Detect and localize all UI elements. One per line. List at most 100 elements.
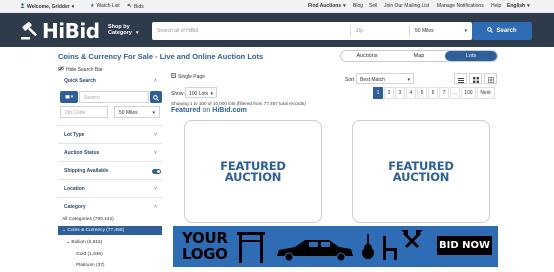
tab-lots[interactable]: Lots [445, 51, 497, 61]
page-5-button[interactable]: 5 [417, 87, 427, 99]
quick-search-button[interactable] [150, 91, 162, 103]
featured-on-heading: Featured on HiBid.com [171, 107, 247, 114]
gavel-icon [127, 3, 132, 10]
page-ellipsis: ... [450, 87, 461, 99]
welcome-text: Welcome, Gridder [27, 3, 70, 10]
find-auctions-menu[interactable]: Find Auctions ▾ [308, 3, 346, 9]
sort-select[interactable]: Best Match ▾ [356, 73, 414, 84]
category-item-platinum[interactable]: Platinum (37) [76, 263, 105, 268]
view-mode-buttons [454, 73, 497, 84]
page-4-button[interactable]: 4 [406, 87, 416, 99]
advertisement-banner[interactable]: YOUR LOGO BID NOW [173, 226, 498, 267]
search-icon [153, 88, 159, 106]
category-item-coins-currency[interactable]: ⌄ Coins & Currency (77,458) [58, 226, 162, 235]
page-1-button[interactable]: 1 [373, 87, 383, 99]
chevron-up-icon[interactable]: ˄ [154, 78, 157, 84]
chevron-down-icon[interactable]: ˅ [154, 150, 157, 156]
watch-list-link[interactable]: ★ Watch List [90, 3, 120, 9]
calendar-icon [65, 94, 70, 101]
quick-search-row: ▾ Search [60, 91, 162, 103]
divider [58, 179, 162, 180]
bid-now-button[interactable]: BID NOW [437, 236, 492, 255]
bids-link[interactable]: Bids [127, 3, 144, 10]
featured-auction-card[interactable]: FEATURED AUCTION [352, 120, 490, 223]
single-page-toggle[interactable]: Single Page [171, 73, 205, 80]
show-label: Show: [171, 91, 185, 97]
page-7-button[interactable]: 7 [439, 87, 449, 99]
gavel-logo-icon [20, 21, 40, 41]
blog-link[interactable]: Blog [353, 3, 363, 9]
sort-value: Best Match [360, 77, 386, 83]
language-select[interactable]: English ▾ [507, 3, 530, 9]
tab-map[interactable]: Map [393, 51, 445, 61]
compact-view-button[interactable] [484, 73, 497, 84]
table-icon [487, 70, 494, 88]
shop-by-category-menu[interactable]: Shop by Category ▾ [108, 24, 139, 36]
category-heading[interactable]: Category [64, 204, 86, 210]
quick-search-input[interactable]: Search [79, 91, 149, 103]
page-3-button[interactable]: 3 [395, 87, 405, 99]
header-zip-input[interactable]: Zip [351, 22, 409, 40]
search-icon [487, 27, 494, 35]
bids-label: Bids [134, 3, 144, 10]
list-icon [457, 70, 464, 88]
search-type-select[interactable]: ▾ [60, 91, 78, 103]
show-count-select[interactable]: 100 Lots ▾ [185, 87, 217, 98]
sidebar-miles-select[interactable]: 50 Miles ▾ [114, 106, 160, 118]
featured-line-2: AUCTION [392, 169, 450, 184]
header-miles-select[interactable]: 50 Miles ▾ [410, 22, 472, 40]
tab-auctions[interactable]: Auctions [341, 51, 393, 61]
hide-search-bar-link[interactable]: Hide Search Bar [58, 66, 103, 73]
chevron-down-icon[interactable]: ˅ [154, 186, 157, 192]
shipping-available-toggle[interactable] [152, 169, 161, 174]
sidebar-zip-input[interactable]: Zip Code [60, 106, 108, 118]
divider [58, 197, 162, 198]
divider [58, 161, 162, 162]
welcome-menu[interactable]: Welcome, Gridder ▾ [20, 3, 74, 10]
manage-notifications-label: Manage Notifications [437, 3, 484, 9]
lot-type-heading[interactable]: Lot Type [64, 132, 84, 138]
hibid-logo[interactable]: HiBid [20, 20, 100, 42]
show-count-value: 100 Lots [189, 91, 209, 97]
view-tabs: Auctions Map Lots [340, 50, 498, 62]
page-2-button[interactable]: 2 [384, 87, 394, 99]
shipping-available-label: Shipping Available [64, 168, 109, 174]
chevron-down-icon: ▾ [464, 28, 467, 34]
header-search-box: Search all of HiBid Zip 50 Miles ▾ [152, 22, 472, 40]
featured-auction-card[interactable]: FEATURED AUCTION [184, 120, 322, 223]
zip-row: Zip Code 50 Miles ▾ [60, 106, 160, 118]
blog-label: Blog [353, 3, 364, 9]
divider [58, 143, 162, 144]
user-icon [20, 3, 25, 10]
page-6-button[interactable]: 6 [428, 87, 438, 99]
banner-line-2: LOGO [182, 244, 228, 263]
search-button-label: Search [496, 28, 517, 34]
category-item-all[interactable]: All Categories (790,142) [62, 217, 114, 222]
list-view-button[interactable] [454, 73, 467, 84]
chevron-down-icon[interactable]: ˅ [154, 132, 157, 138]
on-word: on [202, 107, 211, 114]
category-item-bullion[interactable]: ⌄ Bullion (5,816) [66, 240, 102, 245]
find-auctions-label: Find Auctions [308, 3, 342, 9]
header-search-button[interactable]: Search [472, 22, 532, 40]
chevron-down-icon: ▾ [152, 110, 155, 116]
grid-view-button[interactable] [469, 73, 482, 84]
hibid-brand: HiBid.com [212, 107, 247, 114]
page-100-button[interactable]: 100 [461, 87, 476, 99]
quick-search-heading[interactable]: Quick Search [64, 78, 96, 84]
auction-status-heading[interactable]: Auction Status [64, 150, 99, 156]
location-heading[interactable]: Location [64, 186, 85, 192]
featured-auction-text: FEATURED AUCTION [220, 160, 286, 183]
category-item-gold[interactable]: Gold (1,946) [76, 252, 103, 257]
manage-notifications-link[interactable]: Manage Notifications [437, 3, 484, 9]
next-page-button[interactable]: Next [476, 87, 495, 99]
mailing-list-label: Join Our Mailing List [384, 3, 430, 9]
sell-link[interactable]: Sell [369, 3, 377, 9]
header-search-input[interactable]: Search all of HiBid [152, 22, 350, 40]
chevron-up-icon[interactable]: ˄ [154, 204, 157, 210]
mailing-list-link[interactable]: Join Our Mailing List [384, 3, 429, 9]
help-link[interactable]: Help [491, 3, 501, 9]
page-title: Coins & Currency For Sale - Live and Onl… [58, 52, 264, 61]
chevron-down-icon: ▾ [527, 3, 530, 9]
chevron-down-icon: ▾ [71, 3, 75, 10]
